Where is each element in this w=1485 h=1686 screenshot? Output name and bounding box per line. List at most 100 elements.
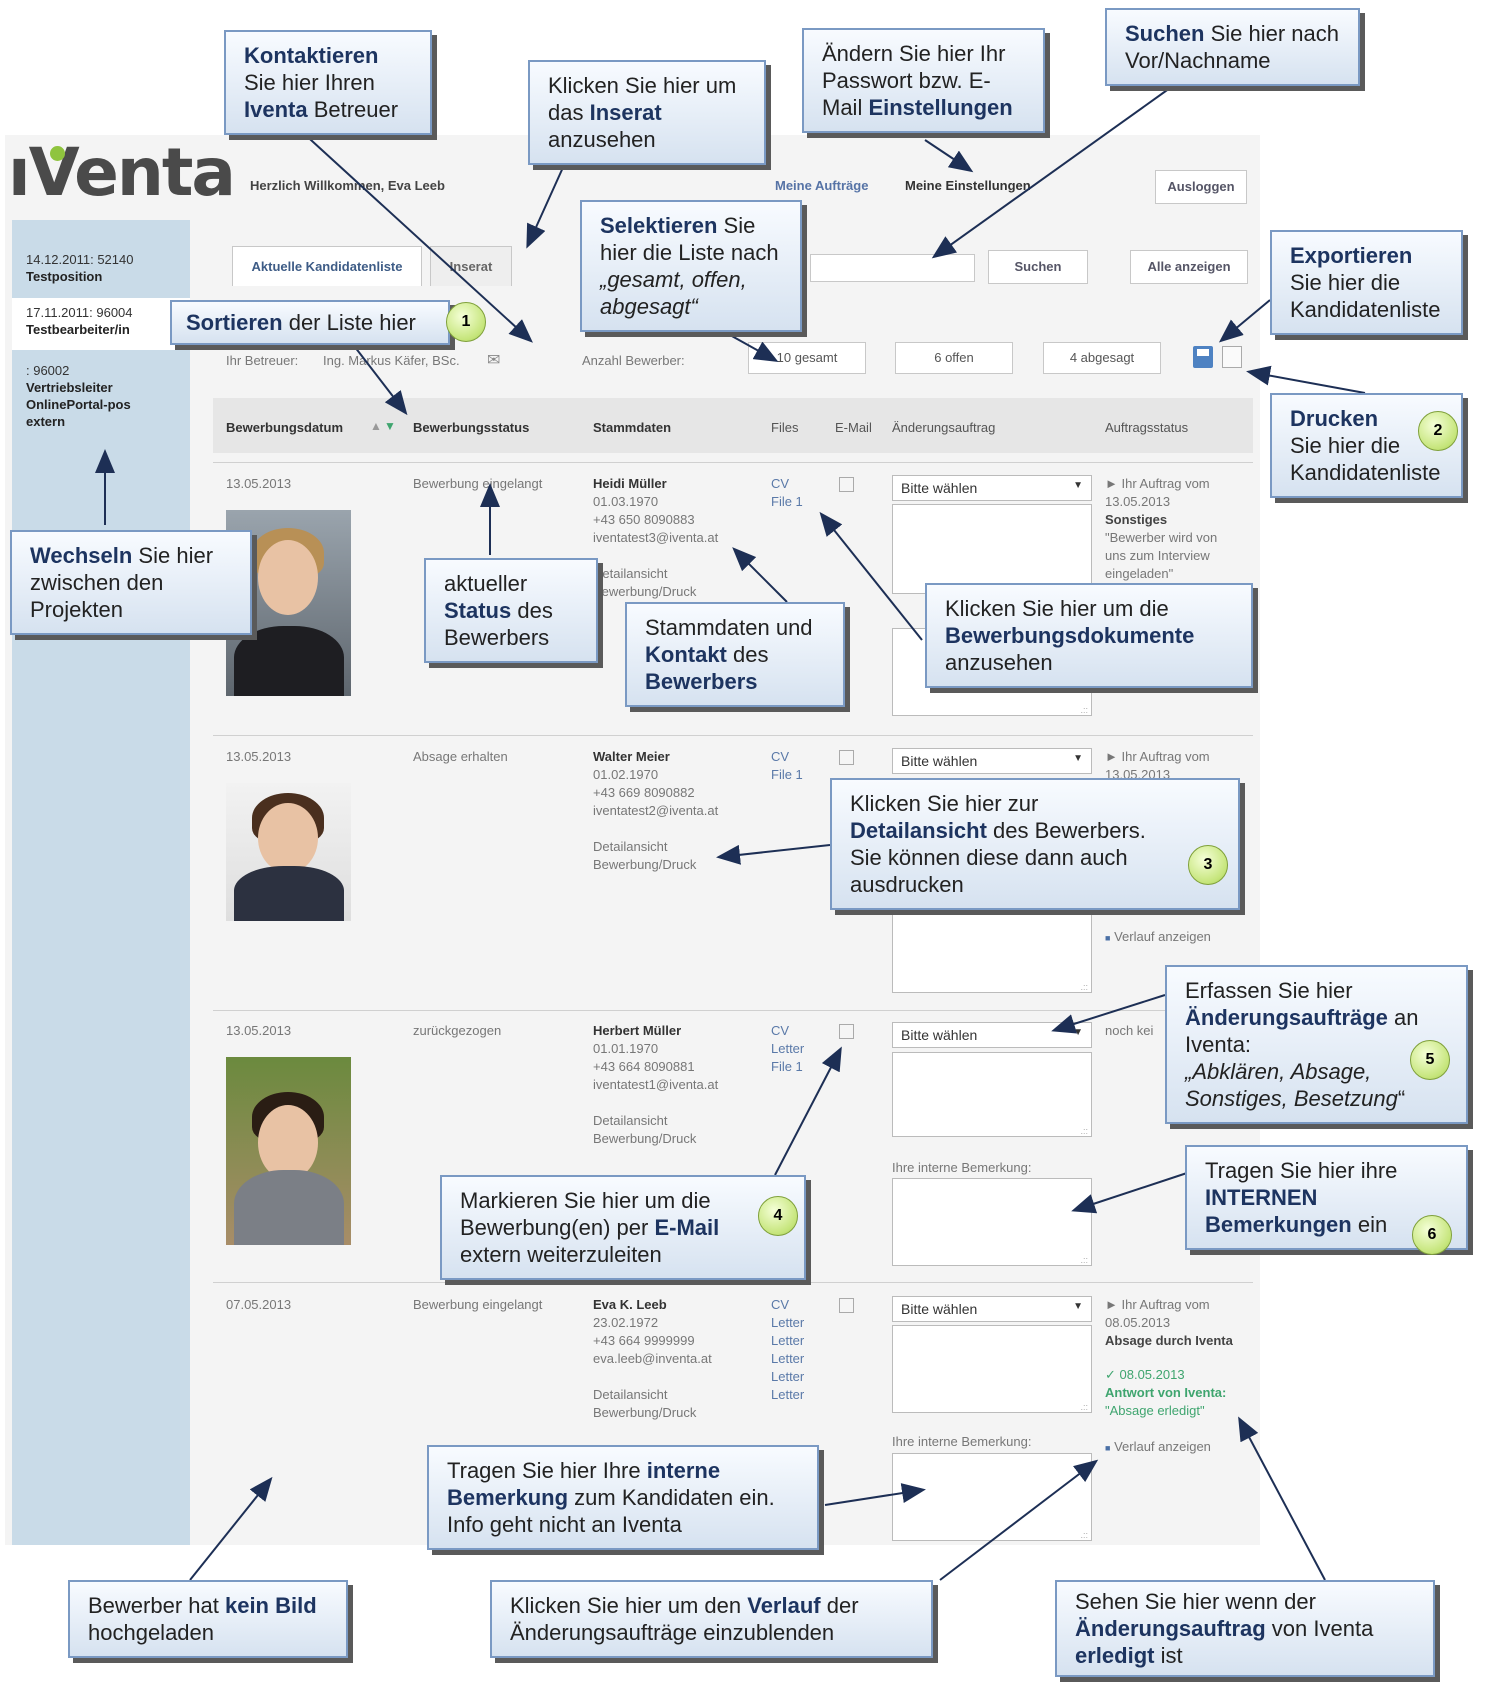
candidate-email[interactable]: iventatest3@iventa.at [593,529,718,547]
candidate-photo[interactable] [226,783,351,921]
candidate-birthdate: 01.01.1970 [593,1041,659,1056]
logo-dot [50,146,65,161]
candidate-email[interactable]: eva.leeb@inventa.at [593,1350,712,1368]
file-link[interactable]: Letter [771,1332,804,1350]
sidebar-item-project-2[interactable]: 17.11.2011: 96004 Testbearbeiter/in [12,298,190,350]
callout-text: Klicken Sie hier um die [945,596,1169,621]
filter-open-button[interactable]: 6 offen [895,342,1013,374]
column-email: E-Mail [835,420,872,435]
nav-my-settings[interactable]: Meine Einstellungen [905,178,1031,193]
tab-inserat[interactable]: Inserat [430,246,512,286]
file-link[interactable]: CV [771,1296,804,1314]
file-link[interactable]: File 1 [771,766,803,784]
search-input[interactable] [810,254,975,282]
change-order-textarea[interactable]: .:: [892,1052,1092,1137]
row-date: 07.05.2013 [226,1297,292,1312]
nav-my-orders[interactable]: Meine Aufträge [775,178,868,193]
step-badge-4: 4 [758,1196,798,1236]
callout-bold: Inserat [589,100,662,125]
callout-bold: Bewerbungsdokumente [945,623,1195,648]
file-link[interactable]: CV [771,475,803,493]
callout-text: Tragen Sie hier ihre [1205,1158,1398,1183]
detail-link[interactable]: Detailansicht [593,565,718,583]
sidebar-item-project-3[interactable]: : 96002 Vertriebsleiter OnlinePortal-pos … [12,356,172,436]
file-link[interactable]: Letter [771,1040,804,1058]
select-value: Bitte wählen [901,753,978,769]
history-link[interactable]: ■ Verlauf anzeigen [1105,1438,1211,1457]
file-link[interactable]: Letter [771,1386,804,1404]
change-order-select[interactable]: Bitte wählen ▼ [892,748,1092,774]
column-date[interactable]: Bewerbungsdatum [226,420,343,435]
print-icon[interactable] [1222,346,1242,368]
change-order-textarea[interactable]: .:: [892,504,1092,594]
detail-link[interactable]: Detailansicht [593,1386,712,1404]
advisor-name: Ing. Markus Käfer, BSc. [323,353,460,368]
file-link[interactable]: Letter [771,1368,804,1386]
search-button[interactable]: Suchen [988,250,1088,284]
print-link[interactable]: Bewerbung/Druck [593,856,718,874]
callout-text: von Iventa [1265,1616,1374,1641]
file-link[interactable]: File 1 [771,493,803,511]
email-checkbox[interactable] [839,477,854,492]
file-link[interactable]: CV [771,748,803,766]
row-date: 13.05.2013 [226,749,292,764]
email-checkbox[interactable] [839,750,854,765]
callout-text: Sie hier die Kandidatenliste [1290,270,1441,322]
mail-icon[interactable]: ✉ [487,350,500,370]
files-list: CV File 1 [771,475,803,511]
filter-rejected-button[interactable]: 4 abgesagt [1043,342,1161,374]
change-order-select[interactable]: Bitte wählen ▼ [892,475,1092,501]
photo-body [234,866,344,921]
photo-face [258,803,318,873]
chevron-down-icon: ▼ [1073,753,1083,764]
change-order-select[interactable]: Bitte wählen ▼ [892,1296,1092,1322]
change-order-textarea[interactable]: .:: [892,1325,1092,1413]
tab-current-candidates[interactable]: Aktuelle Kandidatenliste [232,246,422,286]
file-link[interactable]: File 1 [771,1058,804,1076]
candidate-photo[interactable] [226,1057,351,1245]
row-date: 13.05.2013 [226,476,292,491]
callout-text: Klicken Sie hier zur [850,791,1039,816]
detail-link[interactable]: Detailansicht [593,1112,718,1130]
logout-button[interactable]: Ausloggen [1155,170,1247,204]
history-icon: ■ [1105,1443,1111,1453]
file-link[interactable]: Letter [771,1314,804,1332]
sidebar-item-project-1[interactable]: 14.12.2011: 52140 Testposition [12,245,190,291]
column-order-status: Auftragsstatus [1105,420,1189,435]
order-status-line: 08.05.2013 [1105,1315,1171,1330]
sidebar-item-date: : 96002 [26,363,70,378]
print-link[interactable]: Bewerbung/Druck [593,583,718,601]
candidate-email[interactable]: iventatest2@iventa.at [593,802,718,820]
candidate-name: Herbert Müller [593,1023,682,1038]
candidate-email[interactable]: iventatest1@iventa.at [593,1076,718,1094]
sort-down-icon[interactable]: ▼ [384,419,396,433]
email-checkbox[interactable] [839,1024,854,1039]
sort-up-icon[interactable]: ▲ [370,419,382,433]
print-link[interactable]: Bewerbung/Druck [593,1130,718,1148]
show-all-button[interactable]: Alle anzeigen [1130,250,1248,284]
internal-note-textarea[interactable]: .:: [892,1178,1092,1266]
callout-text: Bewerber hat [88,1593,225,1618]
callout-note: Tragen Sie hier Ihre interne Bemerkung z… [427,1445,819,1550]
callout-text: Betreuer [307,97,399,122]
detail-link[interactable]: Detailansicht [593,838,718,856]
resize-grip-icon: .:: [1080,982,1088,992]
internal-note-label: Ihre interne Bemerkung: [892,1434,1032,1449]
change-order-select[interactable]: Bitte wählen ▼ [892,1022,1092,1048]
export-icon[interactable] [1193,346,1213,368]
candidate-name: Eva K. Leeb [593,1297,667,1312]
filter-all-button[interactable]: 10 gesamt [748,342,866,374]
callout-sort: Sortieren der Liste hier [170,300,450,345]
internal-note-textarea[interactable]: .:: [892,1453,1092,1541]
history-link[interactable]: ■ Verlauf anzeigen [1105,928,1211,947]
internal-note-textarea[interactable]: .:: [892,905,1092,993]
file-link[interactable]: CV [771,1022,804,1040]
email-checkbox[interactable] [839,1298,854,1313]
photo-face [258,1105,318,1180]
select-value: Bitte wählen [901,1301,978,1317]
sidebar-item-title: Testposition [26,269,103,284]
row-master-data: Eva K. Leeb 23.02.1972 +43 664 9999999 e… [593,1296,712,1422]
print-link[interactable]: Bewerbung/Druck [593,1404,712,1422]
callout-text: Tragen Sie hier Ihre [447,1458,647,1483]
file-link[interactable]: Letter [771,1350,804,1368]
